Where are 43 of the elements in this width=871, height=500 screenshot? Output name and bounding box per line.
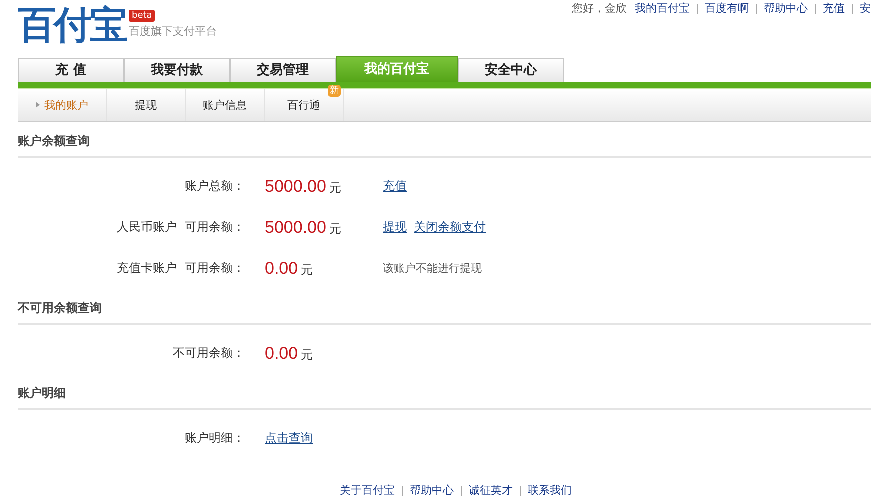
subnav-item[interactable]: 账户信息 <box>186 89 265 121</box>
beta-badge: beta <box>129 10 156 22</box>
greeting-text: 您好，金欣 <box>572 1 627 16</box>
section-title: 不可用余额查询 <box>18 289 871 325</box>
nav-tab[interactable]: 充 值 <box>18 58 124 82</box>
amount-value: 0.00 <box>265 258 298 278</box>
top-nav-link[interactable]: 百度有啊 <box>705 1 749 16</box>
amount-value: 5000.00 <box>265 218 326 238</box>
query-link[interactable]: 点击查询 <box>265 430 313 447</box>
field-label: 账户总额： <box>185 178 245 195</box>
action-link[interactable]: 充值 <box>383 178 407 195</box>
currency-unit: 元 <box>301 346 314 364</box>
nav-tab[interactable]: 我要付款 <box>124 58 230 82</box>
tagline: 百度旗下支付平台 <box>129 24 217 39</box>
top-nav-link[interactable]: 帮助中心 <box>764 1 808 16</box>
top-nav-link[interactable]: 充值 <box>823 1 845 16</box>
subnav-item[interactable]: 提现 <box>107 89 186 121</box>
top-nav-link[interactable]: 我的百付宝 <box>635 1 690 16</box>
footer-link[interactable]: 关于百付宝 <box>340 483 395 498</box>
amount-value: 0.00 <box>265 344 298 364</box>
new-badge: 新 <box>328 85 341 97</box>
footer-link[interactable]: 联系我们 <box>528 483 572 498</box>
footer-link[interactable]: 帮助中心 <box>410 483 454 498</box>
action-link[interactable]: 提现 <box>383 219 407 236</box>
footer-link[interactable]: 诚征英才 <box>469 483 513 498</box>
action-link[interactable]: 关闭余额支付 <box>414 219 486 236</box>
field-label: 可用余额： <box>185 219 245 236</box>
amount-value: 5000.00 <box>265 176 326 196</box>
logo-wordmark: 百付宝 <box>18 2 126 48</box>
nav-tab[interactable]: 安全中心 <box>458 58 564 82</box>
note-text: 该账户不能进行提现 <box>383 261 482 276</box>
section-title: 账户明细 <box>18 374 871 410</box>
account-type-label: 人民币账户 <box>117 219 177 236</box>
top-nav-link[interactable]: 安 <box>860 1 871 16</box>
field-label: 不可用余额： <box>173 345 245 362</box>
currency-unit: 元 <box>329 220 342 238</box>
field-label: 可用余额： <box>185 260 245 277</box>
account-type-label: 充值卡账户 <box>117 260 177 277</box>
nav-tab[interactable]: 交易管理 <box>230 58 336 82</box>
section-title: 账户余额查询 <box>18 122 871 158</box>
currency-unit: 元 <box>301 262 314 278</box>
field-label: 账户明细： <box>185 430 245 447</box>
currency-unit: 元 <box>329 180 342 196</box>
